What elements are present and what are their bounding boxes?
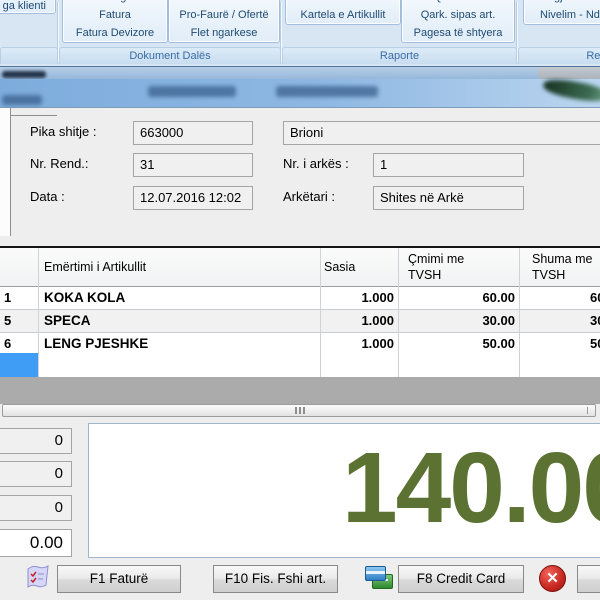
- column-header-emertimi[interactable]: Emërtimi i Artikullit: [44, 248, 146, 286]
- ribbon-column: Rezerva Kartela e Artikullit: [285, 0, 401, 25]
- pika-shitje-name-field[interactable]: Brioni: [283, 121, 600, 145]
- ribbon-item-pro-faure-oferte[interactable]: Pro-Faurë / Ofertë: [169, 6, 279, 24]
- pika-shitje-field[interactable]: 663000: [133, 121, 253, 145]
- row-number: 1: [4, 287, 11, 309]
- nr-arkes-label: Nr. i arkës :: [283, 153, 349, 175]
- grand-total-value: 140.00: [342, 438, 600, 538]
- ribbon-item-kartela-e-artikullit[interactable]: Kartela e Artikullit: [286, 6, 400, 24]
- splitter-grip-icon[interactable]: [295, 407, 305, 414]
- redacted-banner-text: [2, 95, 42, 105]
- horizontal-splitter[interactable]: [2, 404, 596, 417]
- ribbon-group-label-dokument-dales: Dokument Dalës: [59, 47, 281, 64]
- ribbon-group-label-regjistrime: Regjistr: [518, 47, 600, 64]
- ribbon-group-label: [0, 47, 58, 64]
- ribbon-group-label-raporte: Raporte: [282, 47, 517, 64]
- window-caption-strip: [0, 66, 600, 79]
- ribbon-column: Qarkullimi Qark. sipas art. Pagesa të sh…: [401, 0, 515, 43]
- article-sum: 30.00: [590, 310, 600, 332]
- splitter-endcap: [587, 407, 588, 414]
- row-number: 6: [4, 333, 11, 355]
- article-name: LENG PJESHKE: [44, 333, 148, 355]
- ribbon-item-pagesa-nga-klienti[interactable]: ga klienti: [0, 0, 56, 14]
- ribbon-item-label: ga klienti: [3, 0, 46, 12]
- total-field-2[interactable]: 0: [0, 461, 72, 487]
- caption-scroll-area: [538, 67, 600, 79]
- invoice-scroll-icon[interactable]: [24, 564, 52, 593]
- ribbon-separator: [57, 2, 58, 62]
- data-field[interactable]: 12.07.2016 12:02: [133, 186, 253, 210]
- partial-button[interactable]: [577, 565, 600, 593]
- grid-line: [38, 248, 39, 377]
- new-entry-row[interactable]: [0, 353, 600, 377]
- ribbon-item-qark-sipas-art[interactable]: Qark. sipas art.: [402, 6, 514, 24]
- article-qty: 1.000: [320, 310, 394, 332]
- pos-window: ga klienti Fletdërgesë Fatura Fatura Dev…: [0, 0, 600, 600]
- grid-line: [320, 248, 321, 377]
- column-header-sasia[interactable]: Sasia: [324, 248, 355, 286]
- grid-background: [0, 377, 600, 404]
- nr-arkes-field[interactable]: 1: [373, 153, 524, 177]
- data-label: Data :: [30, 186, 65, 208]
- column-header-cmimi[interactable]: Çmimi me TVSH: [408, 251, 480, 283]
- ribbon-item-fatura[interactable]: Fatura: [63, 6, 167, 24]
- grid-line: [519, 248, 520, 377]
- nr-rend-label: Nr. Rend.:: [30, 153, 89, 175]
- selected-row-indicator[interactable]: [0, 353, 38, 377]
- article-sum: 60.00: [590, 287, 600, 309]
- ribbon-item-fatura-devizore[interactable]: Fatura Devizore: [63, 24, 167, 42]
- f8-credit-card-button[interactable]: F8 Credit Card: [398, 565, 524, 593]
- store-banner: [0, 79, 600, 108]
- ribbon-item-nivelim-ndryshim[interactable]: Nivelim - Ndr: [524, 6, 600, 24]
- article-name: KOKA KOLA: [44, 287, 125, 309]
- redacted-banner-text: [148, 86, 236, 97]
- f10-fshi-art-button[interactable]: F10 Fis. Fshi art.: [213, 565, 338, 593]
- pika-shitje-label: Pika shitje :: [30, 121, 96, 143]
- row-number: 5: [4, 310, 11, 332]
- table-row[interactable]: 5 SPECA 1.000 30.00 30.00: [0, 310, 600, 333]
- ribbon-column: Regjistrim Ko Nivelim - Ndr: [523, 0, 600, 25]
- ribbon-column: Kthim malli Pro-Faurë / Ofertë Flet ngar…: [168, 0, 280, 43]
- f1-fature-button[interactable]: F1 Faturë: [57, 565, 181, 593]
- ribbon-item-flet-ngarkese[interactable]: Flet ngarkese: [169, 24, 279, 42]
- ribbon-column: Fletdërgesë Fatura Fatura Devizore: [62, 0, 168, 43]
- arketari-field[interactable]: Shites në Arkë: [373, 186, 524, 210]
- article-price: 30.00: [398, 310, 515, 332]
- ribbon-separator: [516, 2, 517, 62]
- redacted-caption-text: [2, 71, 46, 78]
- close-icon[interactable]: ✕: [539, 565, 566, 592]
- column-header-shuma[interactable]: Shuma me TVSH: [532, 251, 600, 283]
- ribbon-item-pagesa-te-shtyera[interactable]: Pagesa të shtyera: [402, 24, 514, 42]
- left-panel-edge: [0, 108, 11, 236]
- ribbon-separator: [280, 2, 281, 62]
- article-qty: 1.000: [320, 333, 394, 355]
- left-panel-border: [11, 115, 57, 116]
- ribbon-toolbar: ga klienti Fletdërgesë Fatura Fatura Dev…: [0, 0, 600, 66]
- article-qty: 1.000: [320, 287, 394, 309]
- article-price: 60.00: [398, 287, 515, 309]
- grid-header: Emërtimi i Artikullit Sasia Çmimi me TVS…: [0, 248, 600, 287]
- article-sum: 50.00: [590, 333, 600, 355]
- article-name: SPECA: [44, 310, 91, 332]
- total-field-3[interactable]: 0: [0, 495, 72, 521]
- grid-line: [398, 248, 399, 377]
- total-field-1[interactable]: 0: [0, 428, 72, 454]
- total-field-amount[interactable]: 0.00: [0, 529, 72, 557]
- arketari-label: Arkëtari :: [283, 186, 335, 208]
- nr-rend-field[interactable]: 31: [133, 153, 253, 177]
- table-row[interactable]: 1 KOKA KOLA 1.000 60.00 60.00: [0, 287, 600, 310]
- article-price: 50.00: [398, 333, 515, 355]
- credit-card-icon[interactable]: [365, 566, 392, 588]
- redacted-banner-text: [276, 86, 378, 97]
